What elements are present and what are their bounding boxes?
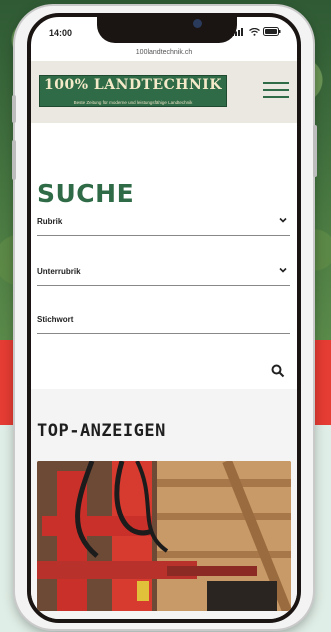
stichwort-input[interactable]: Stichwort (37, 313, 290, 334)
logo-text: 100% LANDTECHNIK (43, 77, 223, 93)
phone-screen: 14:00 100landtechnik.ch 100% LANDTECHNIK… (27, 13, 301, 623)
rubrik-select[interactable]: Rubrik (37, 215, 290, 236)
stichwort-label: Stichwort (37, 315, 74, 324)
site-logo[interactable]: 100% LANDTECHNIK Beste Zeitung für moder… (39, 75, 227, 107)
status-time: 14:00 (49, 28, 73, 38)
battery-icon (263, 27, 281, 36)
site-header: 100% LANDTECHNIK Beste Zeitung für moder… (31, 61, 297, 123)
top-listings-title: TOP-ANZEIGEN (37, 421, 166, 441)
unterrubrik-select[interactable]: Unterrubrik (37, 265, 290, 286)
address-bar[interactable]: 100landtechnik.ch (31, 49, 297, 56)
unterrubrik-label: Unterrubrik (37, 267, 81, 276)
wifi-icon (249, 27, 260, 36)
phone-side-button (12, 140, 16, 180)
phone-side-button (12, 95, 16, 123)
status-icons (232, 27, 281, 36)
rubrik-label: Rubrik (37, 217, 63, 226)
camera-icon (193, 19, 202, 28)
phone-side-button (313, 125, 317, 177)
chevron-down-icon (279, 267, 287, 273)
machinery-photo (37, 461, 291, 611)
search-title: SUCHE (37, 179, 135, 208)
search-button[interactable] (271, 364, 287, 380)
listing-image[interactable] (37, 461, 291, 611)
hamburger-icon[interactable] (263, 82, 289, 100)
chevron-down-icon (279, 217, 287, 223)
notch (97, 17, 237, 43)
logo-subtitle: Beste Zeitung für moderne und leistungsf… (73, 100, 193, 105)
search-icon (271, 364, 285, 378)
